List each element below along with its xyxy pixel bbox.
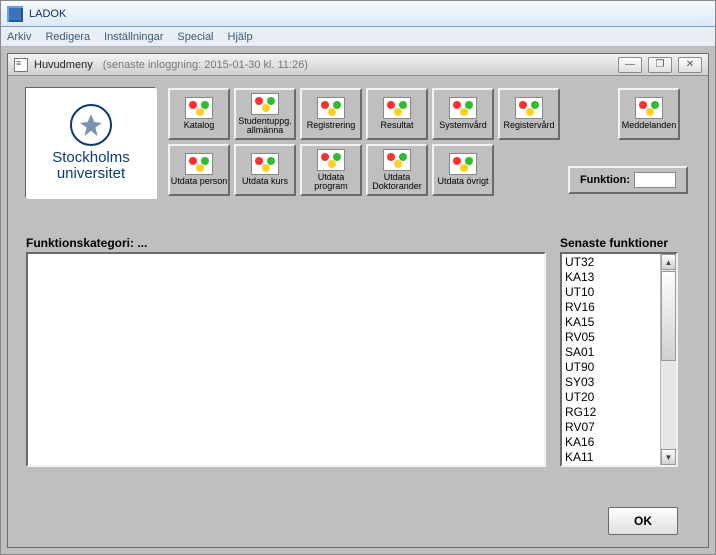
funktion-input[interactable] (634, 172, 676, 188)
toolbar-resultat[interactable]: Resultat (366, 88, 428, 140)
toolbar-registrering[interactable]: Registrering (300, 88, 362, 140)
utdata-program-icon (317, 149, 345, 171)
inner-window: Huvudmeny (senaste inloggning: 2015-01-3… (7, 53, 709, 548)
scroll-down-icon[interactable]: ▼ (661, 449, 676, 465)
document-icon (14, 58, 28, 72)
toolbar-meddelanden[interactable]: Meddelanden (618, 88, 680, 140)
registrering-icon (317, 97, 345, 119)
toolbar-utdata-ovrigt[interactable]: Utdata övrigt (432, 144, 494, 196)
window-titlebar: LADOK (1, 1, 715, 27)
toolbar-studentuppg[interactable]: Studentuppg. allmänna (234, 88, 296, 140)
list-item[interactable]: RG12 (565, 405, 657, 420)
katalog-icon (185, 97, 213, 119)
menu-installningar[interactable]: Inställningar (104, 31, 163, 43)
funktionskategori-label: Funktionskategori: ... (26, 236, 147, 250)
registervard-icon (515, 97, 543, 119)
list-item[interactable]: UT32 (565, 255, 657, 270)
inner-title: Huvudmeny (34, 59, 93, 71)
list-item[interactable]: UT10 (565, 285, 657, 300)
toolbar-utdata-program[interactable]: Utdata program (300, 144, 362, 196)
toolbar-utdata-kurs[interactable]: Utdata kurs (234, 144, 296, 196)
list-item[interactable]: KA15 (565, 315, 657, 330)
list-item[interactable]: KA11 (565, 450, 657, 465)
meddelanden-icon (635, 97, 663, 119)
recent-functions-list: UT32KA13UT10RV16KA15RV05SA01UT90SY03UT20… (560, 252, 678, 467)
funktion-label: Funktion: (580, 174, 630, 186)
utdata-ovrigt-icon (449, 153, 477, 175)
systemvard-icon (449, 97, 477, 119)
ok-button[interactable]: OK (608, 507, 678, 535)
maximize-button[interactable]: ❐ (648, 57, 672, 73)
utdata-doktorander-icon (383, 149, 411, 171)
window-title: LADOK (29, 8, 66, 20)
list-item[interactable]: UT90 (565, 360, 657, 375)
senaste-funktioner-label: Senaste funktioner (560, 236, 668, 250)
list-item[interactable]: RV05 (565, 330, 657, 345)
funktion-box: Funktion: (568, 166, 688, 194)
studentuppg-icon (251, 93, 279, 115)
inner-titlebar: Huvudmeny (senaste inloggning: 2015-01-3… (8, 54, 708, 76)
menu-hjalp[interactable]: Hjälp (228, 31, 253, 43)
toolbar-katalog[interactable]: Katalog (168, 88, 230, 140)
list-item[interactable]: KA16 (565, 435, 657, 450)
scrollbar[interactable]: ▲ ▼ (660, 254, 676, 465)
utdata-kurs-icon (251, 153, 279, 175)
toolbar-utdata-doktorander[interactable]: Utdata Doktorander (366, 144, 428, 196)
university-seal-icon (70, 104, 112, 146)
inner-subtitle: (senaste inloggning: 2015-01-30 kl. 11:2… (103, 59, 308, 71)
funktionskategori-panel (26, 252, 546, 467)
resultat-icon (383, 97, 411, 119)
list-item[interactable]: KA13 (565, 270, 657, 285)
menu-redigera[interactable]: Redigera (45, 31, 90, 43)
list-item[interactable]: RV16 (565, 300, 657, 315)
close-button[interactable]: ✕ (678, 57, 702, 73)
menu-special[interactable]: Special (177, 31, 213, 43)
list-item[interactable]: SY03 (565, 375, 657, 390)
toolbar-systemvard[interactable]: Systemvård (432, 88, 494, 140)
scroll-up-icon[interactable]: ▲ (661, 254, 676, 270)
logo-text-1: Stockholms (52, 150, 130, 166)
list-item[interactable]: RV07 (565, 420, 657, 435)
list-item[interactable]: SA01 (565, 345, 657, 360)
menu-bar: Arkiv Redigera Inställningar Special Hjä… (1, 27, 715, 47)
logo-text-2: universitet (57, 166, 125, 182)
utdata-person-icon (185, 153, 213, 175)
scroll-thumb[interactable] (661, 271, 676, 361)
minimize-button[interactable]: — (618, 57, 642, 73)
menu-arkiv[interactable]: Arkiv (7, 31, 31, 43)
app-icon (7, 6, 23, 22)
list-item[interactable]: UT20 (565, 390, 657, 405)
toolbar-utdata-person[interactable]: Utdata person (168, 144, 230, 196)
logo-panel: Stockholms universitet (26, 88, 156, 198)
toolbar-registervard[interactable]: Registervård (498, 88, 560, 140)
